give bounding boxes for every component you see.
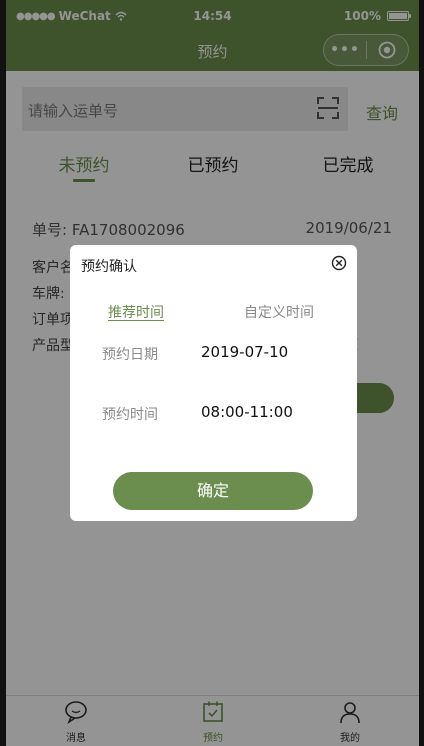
date-label: 预约日期 bbox=[102, 347, 158, 363]
booking-confirm-dialog: 预约确认 推荐时间 自定义时间 预约日期 2019-07-10 预约时间 08:… bbox=[70, 245, 357, 521]
option-recommended-time[interactable]: 推荐时间 bbox=[108, 302, 164, 322]
close-icon bbox=[331, 255, 347, 271]
time-value[interactable]: 08:00-11:00 bbox=[201, 403, 293, 421]
date-value[interactable]: 2019-07-10 bbox=[201, 343, 288, 361]
dialog-title: 预约确认 bbox=[81, 259, 137, 275]
dialog-close-button[interactable] bbox=[331, 255, 347, 275]
time-label: 预约时间 bbox=[102, 407, 158, 423]
confirm-button[interactable]: 确定 bbox=[113, 472, 313, 510]
phone-screen: ●●●●● WeChat 14:54 100% 预约 ••• 请输入运单号 查询 bbox=[6, 0, 419, 746]
option-custom-time[interactable]: 自定义时间 bbox=[244, 302, 314, 322]
